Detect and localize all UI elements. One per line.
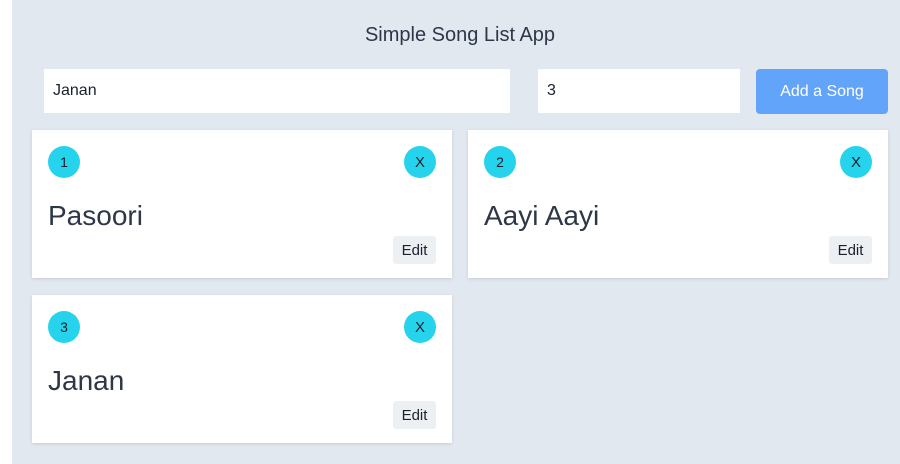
delete-song-button[interactable]: X — [404, 311, 436, 343]
delete-song-button[interactable]: X — [840, 146, 872, 178]
song-card: 3 X Janan Edit — [32, 295, 452, 443]
song-number-input[interactable] — [538, 69, 740, 113]
song-number-badge: 2 — [484, 146, 516, 178]
app-container: Simple Song List App Add a Song 1 X Paso… — [12, 0, 900, 464]
song-card: 2 X Aayi Aayi Edit — [468, 130, 888, 278]
add-song-button[interactable]: Add a Song — [756, 69, 888, 114]
song-number-badge: 1 — [48, 146, 80, 178]
song-number-badge: 3 — [48, 311, 80, 343]
page-title: Simple Song List App — [364, 24, 556, 46]
song-title: Janan — [48, 365, 125, 396]
song-name-input[interactable] — [44, 69, 510, 113]
edit-song-button[interactable]: Edit — [829, 236, 872, 264]
edit-song-button[interactable]: Edit — [393, 401, 436, 429]
song-card: 1 X Pasoori Edit — [32, 130, 452, 278]
song-title: Pasoori — [48, 200, 143, 231]
delete-song-button[interactable]: X — [404, 146, 436, 178]
song-title: Aayi Aayi — [484, 200, 600, 231]
edit-song-button[interactable]: Edit — [393, 236, 436, 264]
